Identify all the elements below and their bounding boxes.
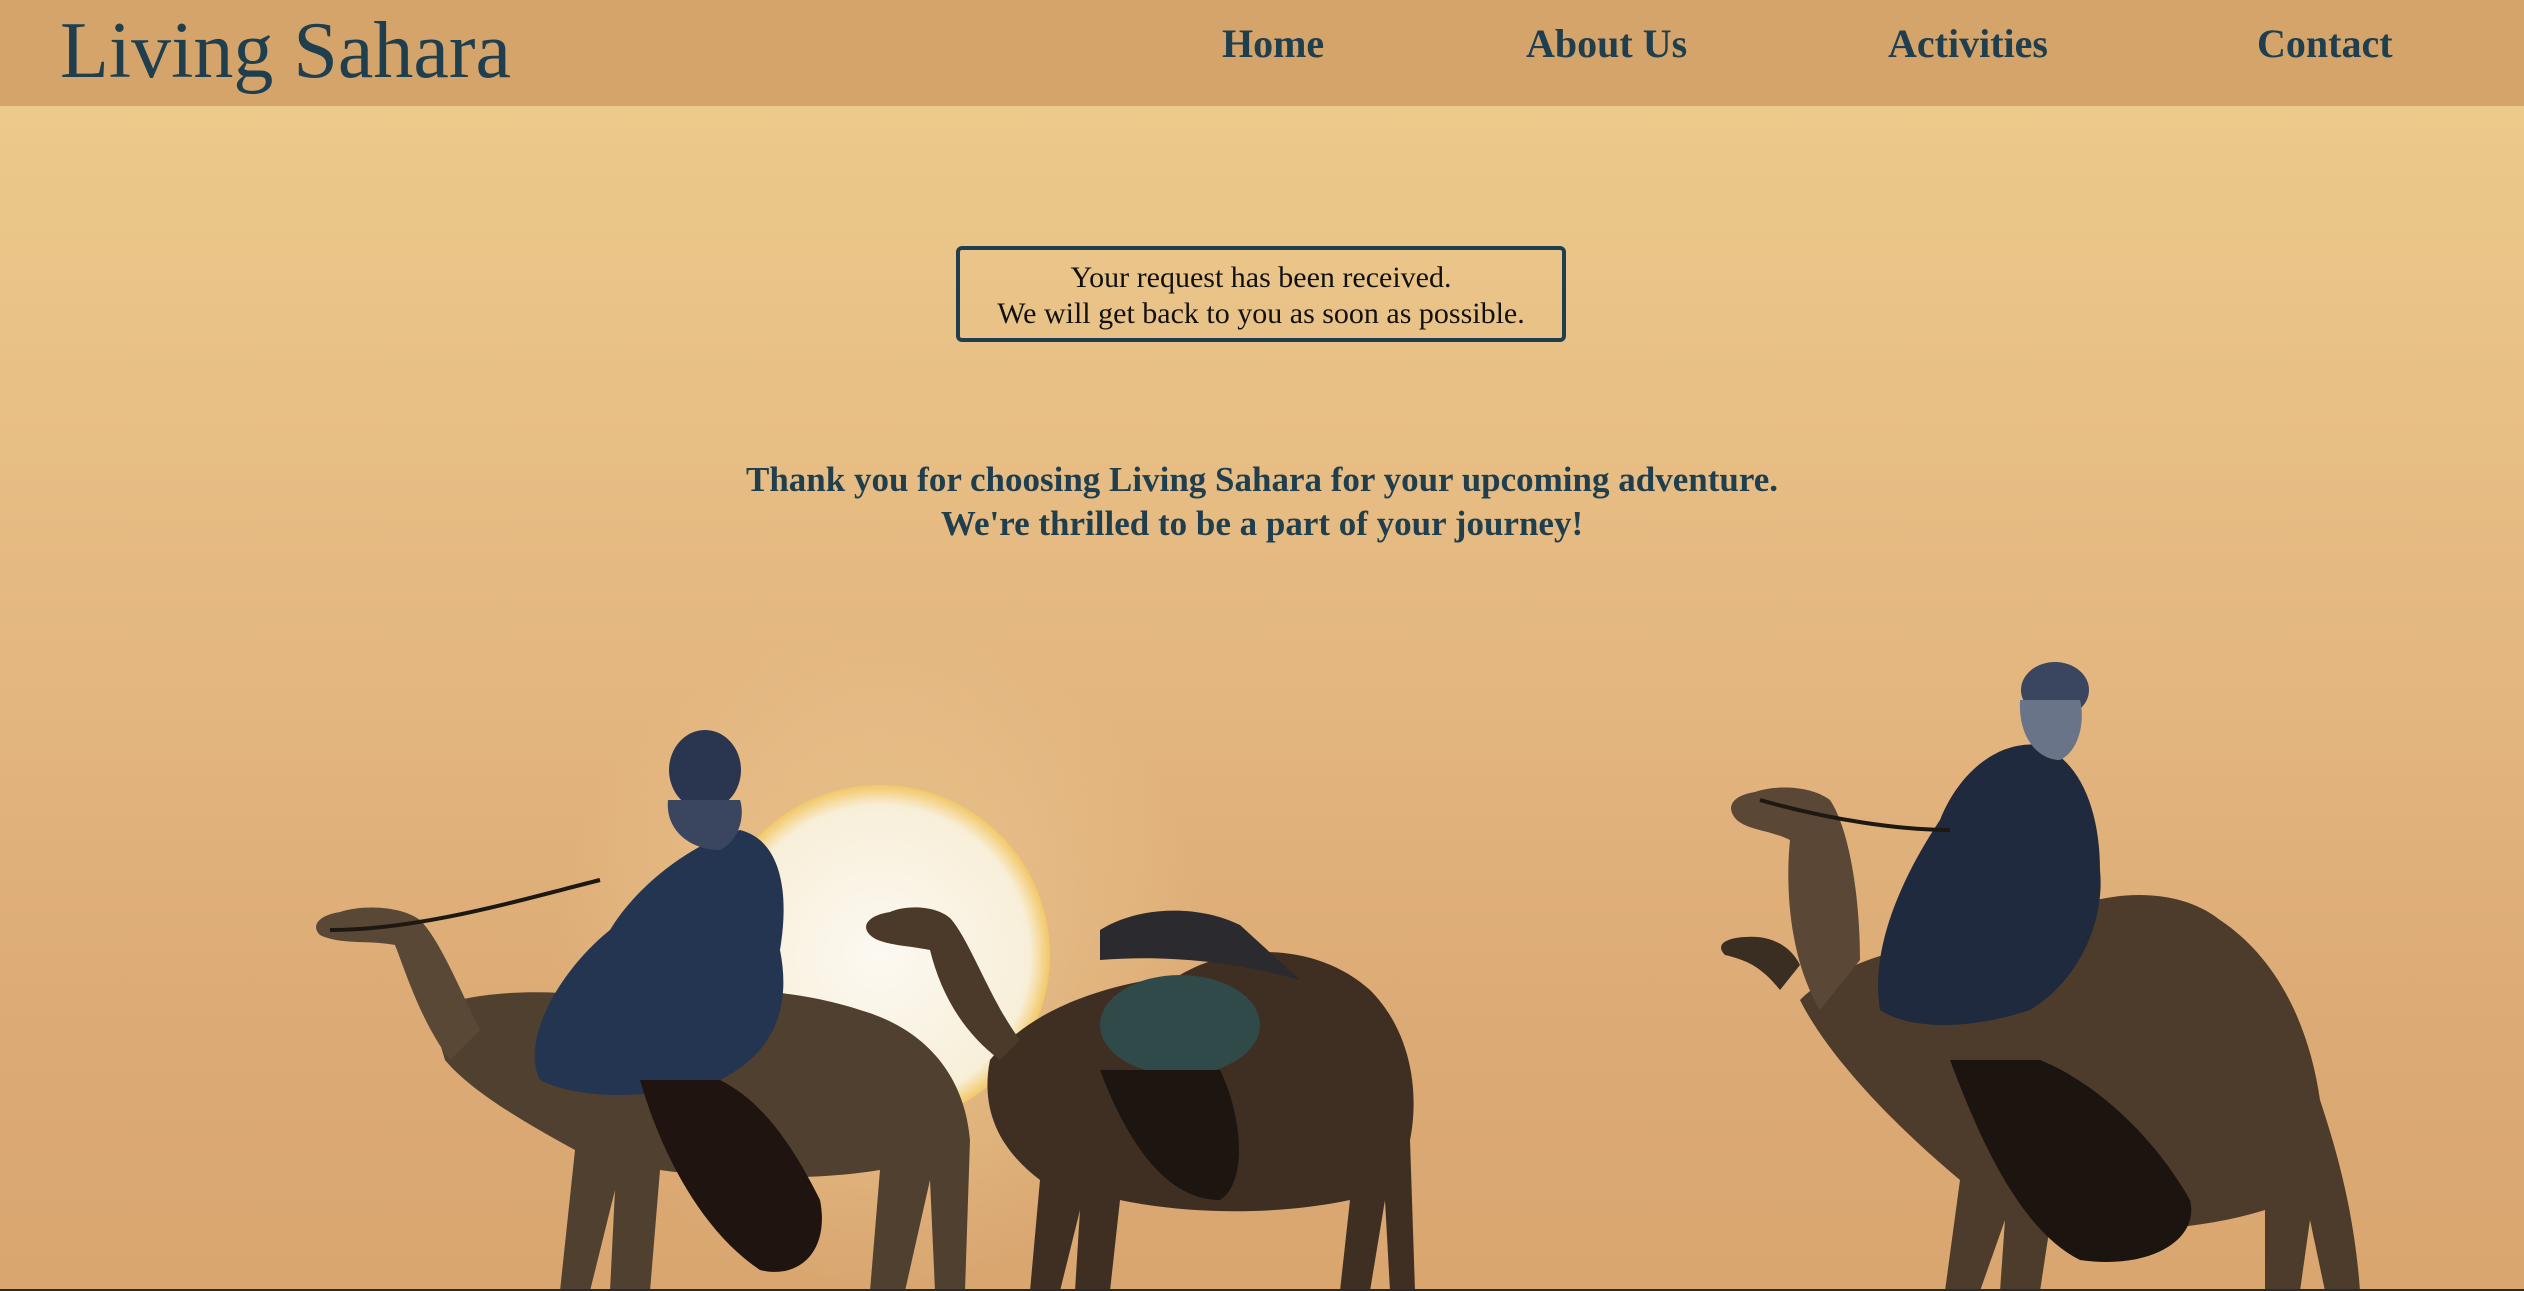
site-logo-text[interactable]: Living Sahara: [60, 6, 511, 96]
nav-link-about-us[interactable]: About Us: [1526, 20, 1687, 67]
thank-you-message: Thank you for choosing Living Sahara for…: [0, 458, 2524, 546]
site-header: Living Sahara Home About Us Activities C…: [0, 0, 2524, 106]
page: Living Sahara Home About Us Activities C…: [0, 0, 2524, 1291]
nav-link-contact[interactable]: Contact: [2257, 20, 2393, 67]
nav-link-activities[interactable]: Activities: [1888, 20, 2048, 67]
nav-link-home[interactable]: Home: [1222, 20, 1324, 67]
notice-line-2: We will get back to you as soon as possi…: [997, 297, 1525, 330]
camel-caravan-sunset-illustration: [316, 625, 2360, 1291]
thank-you-line-2: We're thrilled to be a part of your jour…: [940, 504, 1584, 543]
thank-you-line-1: Thank you for choosing Living Sahara for…: [745, 460, 1779, 499]
notice-line-1: Your request has been received.: [1070, 261, 1452, 294]
request-received-notice: Your request has been received. We will …: [956, 246, 1566, 342]
right-camel-with-rider: [1721, 662, 2360, 1291]
